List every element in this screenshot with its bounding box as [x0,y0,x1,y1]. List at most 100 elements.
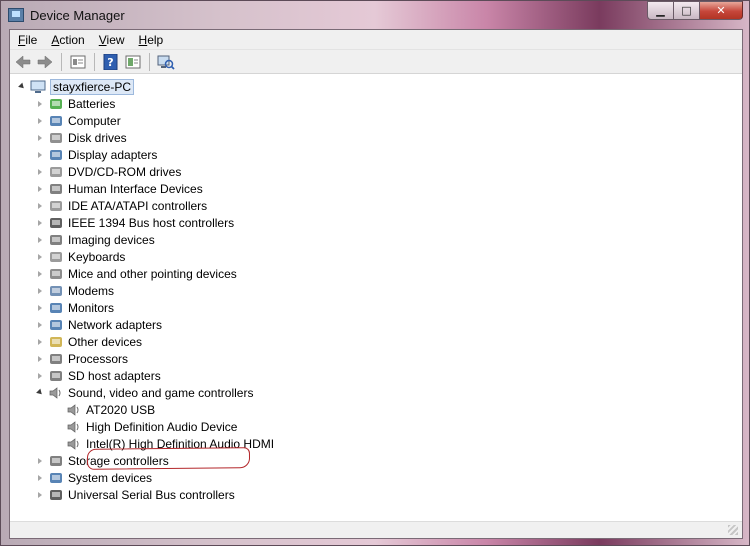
tree-category[interactable]: Imaging devices [36,231,155,248]
tree-item-label: Display adapters [68,147,158,162]
scan-hardware-button[interactable] [156,53,176,71]
tree-item-label: Imaging devices [68,232,155,247]
collapse-arrow-icon[interactable] [36,236,44,244]
menu-help[interactable]: Help [133,33,172,47]
collapse-arrow-icon[interactable] [36,355,44,363]
tree-item-label: Batteries [68,96,116,111]
tree-item-label: IDE ATA/ATAPI controllers [68,198,208,213]
monitor-icon [50,302,62,313]
ide-controller-icon [50,200,62,211]
tree-category[interactable]: Other devices [36,333,142,350]
speaker-icon [67,403,79,416]
tree-category[interactable]: Display adapters [36,146,157,163]
minimize-button[interactable]: ▁ [647,1,673,20]
tree-device[interactable]: High Definition Audio Device [54,418,237,435]
display-adapter-icon [50,149,62,160]
expand-arrow-icon[interactable] [36,389,44,397]
maximize-button[interactable]: □ [673,1,699,20]
tree-root-label: stayxfierce-PC [50,78,135,95]
tree-category-expanded[interactable]: Sound, video and game controllers [36,384,253,401]
window-title: Device Manager [30,7,125,23]
collapse-arrow-icon[interactable] [36,474,44,482]
tree-category[interactable]: Processors [36,350,128,367]
annotation-ring [86,447,251,470]
properties-button[interactable] [68,53,88,71]
tree-item-label: DVD/CD-ROM drives [68,164,182,179]
tree-category[interactable]: Disk drives [36,129,127,146]
back-button[interactable] [13,53,33,71]
tree-item-label: Human Interface Devices [68,181,203,196]
collapse-arrow-icon[interactable] [36,202,44,210]
tree-category[interactable]: Batteries [36,95,115,112]
collapse-arrow-icon[interactable] [36,185,44,193]
tree-item-label: Computer [68,113,121,128]
mouse-icon [50,268,62,279]
collapse-arrow-icon[interactable] [36,287,44,295]
tree-item-label: System devices [68,470,153,485]
tree-category[interactable]: Monitors [36,299,114,316]
help-button[interactable]: ? [101,53,121,71]
tree-category[interactable]: IEEE 1394 Bus host controllers [36,214,234,231]
back-icon [15,54,31,69]
tree-category[interactable]: IDE ATA/ATAPI controllers [36,197,207,214]
toolbar-separator [94,52,95,71]
device-manager-window: Device Manager ▁ □ ✕ File Action View He… [0,0,750,546]
tree-category[interactable]: System devices [36,469,152,486]
scan-hardware-icon [157,55,175,70]
hid-icon [50,183,62,194]
collapse-arrow-icon[interactable] [36,219,44,227]
collapse-arrow-icon[interactable] [36,117,44,125]
forward-button[interactable] [35,53,55,71]
collapse-arrow-icon[interactable] [36,491,44,499]
tree-category[interactable]: DVD/CD-ROM drives [36,163,181,180]
help-icon: ? [103,53,118,70]
device-tree[interactable]: stayxfierce-PC Batteries Computer Disk dri… [10,75,742,515]
collapse-arrow-icon[interactable] [36,321,44,329]
device-manager-icon [8,8,24,22]
collapse-arrow-icon[interactable] [36,168,44,176]
collapse-arrow-icon[interactable] [36,100,44,108]
update-driver-button[interactable] [123,53,143,71]
title-bar[interactable]: Device Manager ▁ □ ✕ [1,1,749,29]
other-devices-icon [50,336,62,347]
tree-category[interactable]: SD host adapters [36,367,161,384]
tree-category[interactable]: Keyboards [36,248,125,265]
computer-icon [30,80,46,93]
collapse-arrow-icon[interactable] [36,151,44,159]
collapse-arrow-icon[interactable] [36,372,44,380]
forward-icon [37,54,53,69]
toolbar: ? [10,50,742,74]
tree-item-label: Keyboards [68,249,126,264]
tree-device[interactable]: AT2020 USB [54,401,155,418]
collapse-arrow-icon[interactable] [36,338,44,346]
tree-category[interactable]: Computer [36,112,121,129]
horizontal-scrollbar[interactable] [10,521,742,538]
collapse-arrow-icon[interactable] [36,457,44,465]
menu-view[interactable]: View [93,33,133,47]
usb-icon [50,489,62,500]
speaker-icon [49,386,61,399]
tree-category[interactable]: Universal Serial Bus controllers [36,486,235,503]
tree-category[interactable]: Modems [36,282,114,299]
processor-icon [50,353,62,364]
resize-grip[interactable] [728,525,738,535]
tree-category[interactable]: Network adapters [36,316,162,333]
tree-root[interactable]: stayxfierce-PC [18,78,135,95]
network-adapter-icon [50,319,62,330]
collapse-arrow-icon[interactable] [36,253,44,261]
close-button[interactable]: ✕ [699,1,743,20]
collapse-arrow-icon[interactable] [36,270,44,278]
menu-file[interactable]: File [12,33,45,47]
expand-arrow-icon[interactable] [18,83,26,91]
collapse-arrow-icon[interactable] [36,304,44,312]
collapse-arrow-icon[interactable] [36,134,44,142]
tree-item-label: SD host adapters [68,368,161,383]
menu-action[interactable]: Action [45,33,92,47]
tree-item-label: Disk drives [68,130,127,145]
speaker-icon [67,437,79,450]
tree-category[interactable]: Mice and other pointing devices [36,265,237,282]
tree-category[interactable]: Human Interface Devices [36,180,203,197]
tree-item-label: Sound, video and game controllers [68,385,254,400]
tree-item-label: Modems [68,283,115,298]
